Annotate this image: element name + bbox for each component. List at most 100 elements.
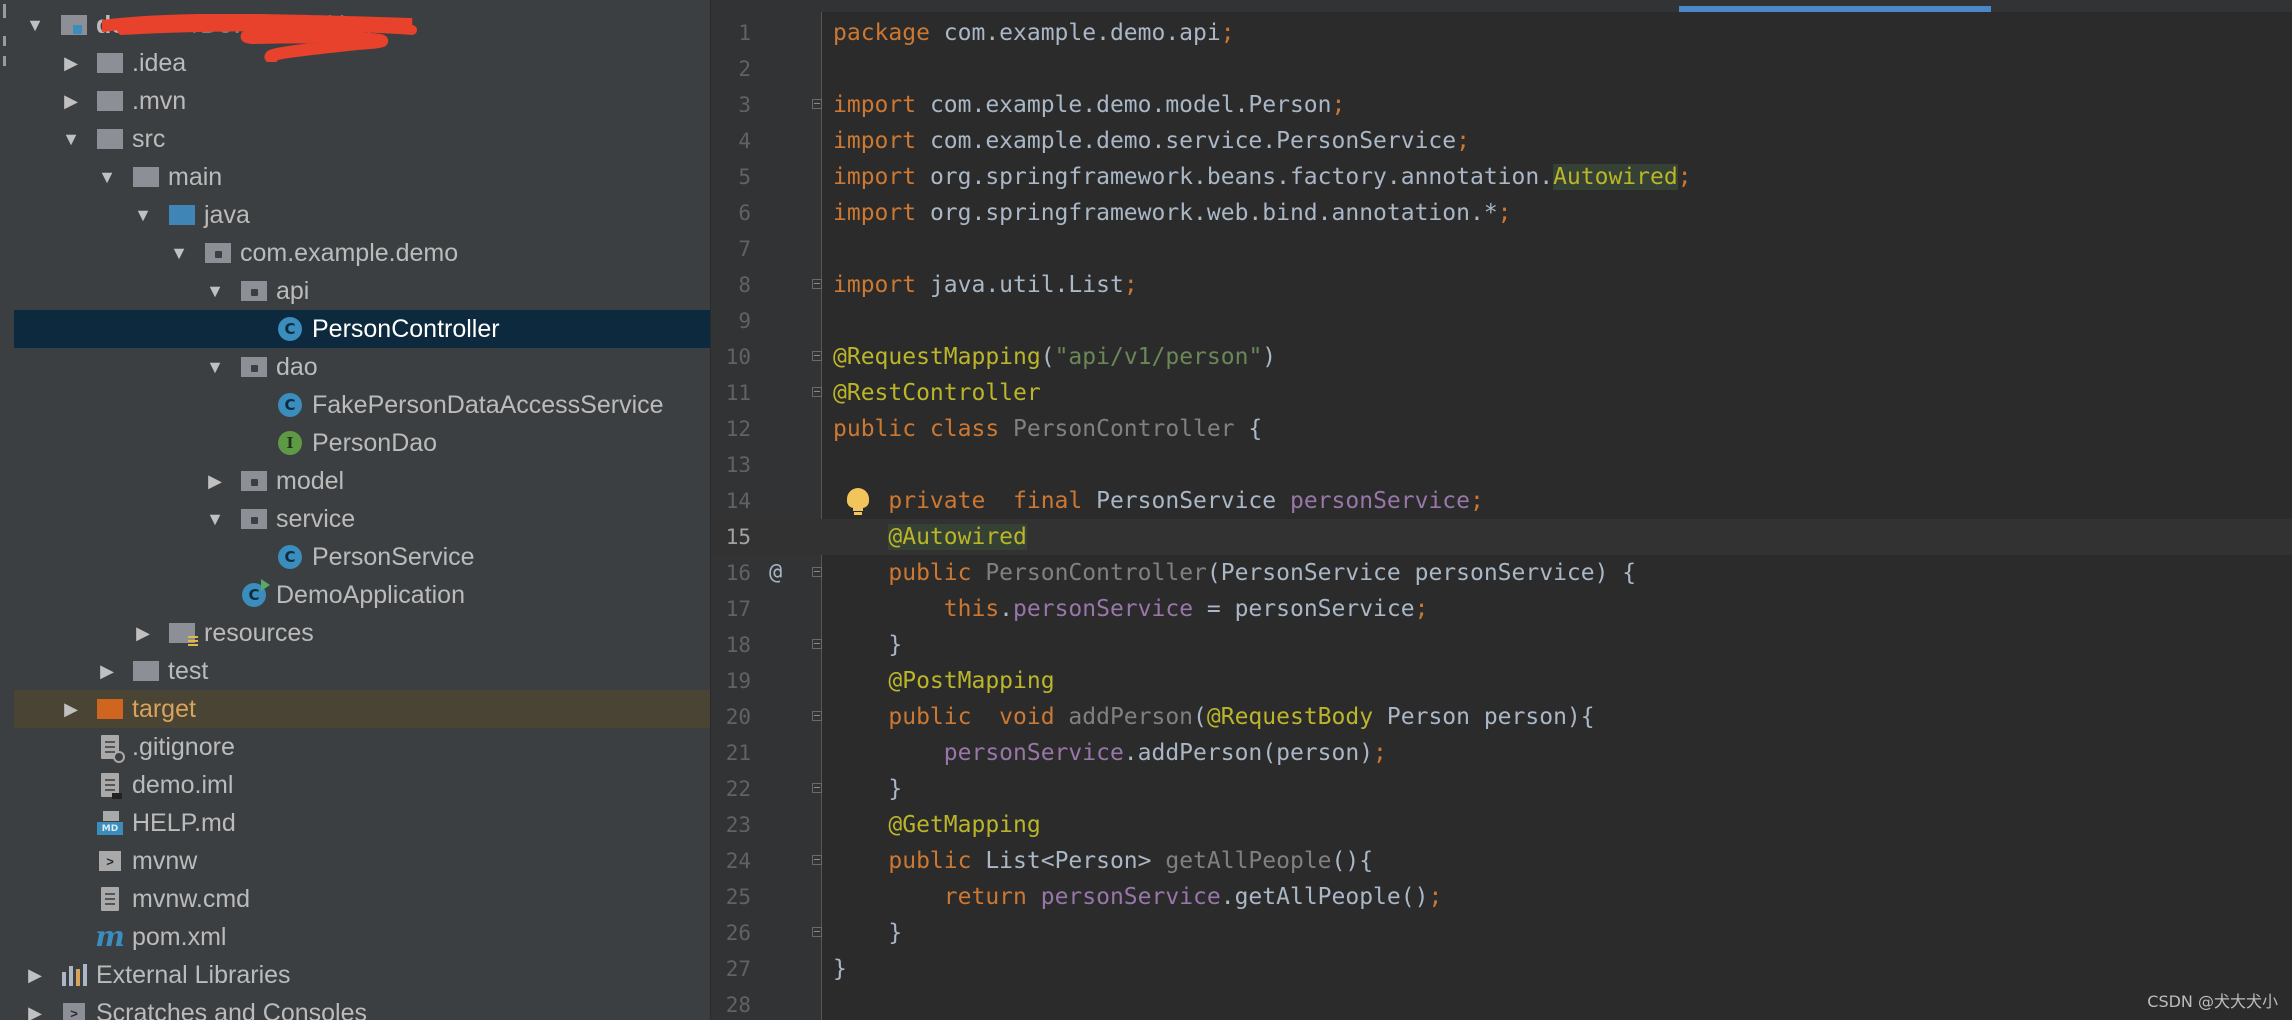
code-line[interactable]: 10 @RequestMapping("api/v1/person") xyxy=(711,339,2292,375)
expand-arrow-right-icon[interactable]: ▶ xyxy=(24,964,46,986)
line-number[interactable]: 2 xyxy=(711,51,751,87)
code-line[interactable]: 17 this.personService = personService; xyxy=(711,591,2292,627)
expand-arrow-down-icon[interactable]: ▼ xyxy=(24,14,46,36)
line-number[interactable]: 15 xyxy=(711,519,751,555)
tree-item-java[interactable]: ▼ java xyxy=(14,196,710,234)
tree-item-gitignore[interactable]: .gitignore xyxy=(14,728,710,766)
code-line[interactable]: 18 } xyxy=(711,627,2292,663)
fold-marker-icon[interactable] xyxy=(812,927,822,937)
code-line[interactable]: 22 } xyxy=(711,771,2292,807)
expand-arrow-right-icon[interactable]: ▶ xyxy=(96,660,118,682)
line-number[interactable]: 28 xyxy=(711,987,751,1020)
tree-item-demo[interactable]: ▼ demo ~/Downloads/demo xyxy=(14,6,710,44)
code-line[interactable]: 19 @PostMapping xyxy=(711,663,2292,699)
code-line[interactable]: 16 @ public PersonController(PersonServic… xyxy=(711,555,2292,591)
tree-item-resources[interactable]: ▶ resources xyxy=(14,614,710,652)
tree-item-test[interactable]: ▶ test xyxy=(14,652,710,690)
line-number[interactable]: 16 xyxy=(711,555,751,591)
line-number[interactable]: 26 xyxy=(711,915,751,951)
code-line[interactable]: 14 private final PersonService personSer… xyxy=(711,483,2292,519)
tree-item-fakepersondataaccessservice[interactable]: C FakePersonDataAccessService xyxy=(14,386,710,424)
expand-arrow-right-icon[interactable]: ▶ xyxy=(132,622,154,644)
tree-item-mvnw[interactable]: > mvnw xyxy=(14,842,710,880)
tree-item-scratches-and-consoles[interactable]: ▶ > Scratches and Consoles xyxy=(14,994,710,1020)
line-number[interactable]: 21 xyxy=(711,735,751,771)
code-line[interactable]: 21 personService.addPerson(person); xyxy=(711,735,2292,771)
line-number[interactable]: 12 xyxy=(711,411,751,447)
code-line[interactable]: 11 @RestController xyxy=(711,375,2292,411)
expand-arrow-right-icon[interactable]: ▶ xyxy=(204,470,226,492)
code-line[interactable]: 28 xyxy=(711,987,2292,1020)
fold-marker-icon[interactable] xyxy=(812,783,822,793)
line-number[interactable]: 27 xyxy=(711,951,751,987)
line-number[interactable]: 22 xyxy=(711,771,751,807)
fold-marker-icon[interactable] xyxy=(812,567,822,577)
line-number[interactable]: 13 xyxy=(711,447,751,483)
tree-item-src[interactable]: ▼ src xyxy=(14,120,710,158)
line-number[interactable]: 3 xyxy=(711,87,751,123)
expand-arrow-down-icon[interactable]: ▼ xyxy=(132,204,154,226)
tree-item-external-libraries[interactable]: ▶ External Libraries xyxy=(14,956,710,994)
code-line[interactable]: 27} xyxy=(711,951,2292,987)
tree-item-target[interactable]: ▶ target xyxy=(14,690,710,728)
tree-item-persondao[interactable]: I PersonDao xyxy=(14,424,710,462)
expand-arrow-right-icon[interactable]: ▶ xyxy=(24,1002,46,1020)
tree-item-personcontroller[interactable]: C PersonController xyxy=(14,310,710,348)
code-line[interactable]: 4 import com.example.demo.service.PersonS… xyxy=(711,123,2292,159)
line-number[interactable]: 11 xyxy=(711,375,751,411)
line-number[interactable]: 8 xyxy=(711,267,751,303)
tree-item-demo-iml[interactable]: demo.iml xyxy=(14,766,710,804)
fold-marker-icon[interactable] xyxy=(812,99,822,109)
code-line[interactable]: 20 public void addPerson(@RequestBody Pe… xyxy=(711,699,2292,735)
line-number[interactable]: 7 xyxy=(711,231,751,267)
expand-arrow-down-icon[interactable]: ▼ xyxy=(96,166,118,188)
code-editor[interactable]: 1 package com.example.demo.api; 2 3 import c… xyxy=(711,0,2292,1020)
line-number[interactable]: 19 xyxy=(711,663,751,699)
code-line[interactable]: 13 xyxy=(711,447,2292,483)
tree-item-main[interactable]: ▼ main xyxy=(14,158,710,196)
expand-arrow-down-icon[interactable]: ▼ xyxy=(204,280,226,302)
code-line[interactable]: 3 import com.example.demo.model.Person; xyxy=(711,87,2292,123)
fold-marker-icon[interactable] xyxy=(812,855,822,865)
expand-arrow-right-icon[interactable]: ▶ xyxy=(60,698,82,720)
fold-marker-icon[interactable] xyxy=(812,639,822,649)
code-line[interactable]: 8 import java.util.List; xyxy=(711,267,2292,303)
code-line[interactable]: 2 xyxy=(711,51,2292,87)
line-number[interactable]: 25 xyxy=(711,879,751,915)
tree-item-demoapplication[interactable]: C DemoApplication xyxy=(14,576,710,614)
code-line[interactable]: 12 public class PersonController { xyxy=(711,411,2292,447)
tool-window-strip[interactable] xyxy=(0,0,15,1020)
line-number[interactable]: 20 xyxy=(711,699,751,735)
expand-arrow-right-icon[interactable]: ▶ xyxy=(60,90,82,112)
fold-marker-icon[interactable] xyxy=(812,711,822,721)
tree-item-personservice[interactable]: C PersonService xyxy=(14,538,710,576)
code-line[interactable]: 1 package com.example.demo.api; xyxy=(711,15,2292,51)
line-number[interactable]: 5 xyxy=(711,159,751,195)
horizontal-scroll-thumb[interactable] xyxy=(1679,6,1991,12)
tree-item-com-example-demo[interactable]: ▼ com.example.demo xyxy=(14,234,710,272)
line-number[interactable]: 6 xyxy=(711,195,751,231)
code-line[interactable]: 23 @GetMapping xyxy=(711,807,2292,843)
expand-arrow-down-icon[interactable]: ▼ xyxy=(204,356,226,378)
line-number[interactable]: 1 xyxy=(711,15,751,51)
expand-arrow-down-icon[interactable]: ▼ xyxy=(60,128,82,150)
code-line[interactable]: 6 import org.springframework.web.bind.ann… xyxy=(711,195,2292,231)
code-line[interactable]: 15 @Autowired xyxy=(711,519,2292,555)
code-line[interactable]: 7 xyxy=(711,231,2292,267)
expand-arrow-down-icon[interactable]: ▼ xyxy=(168,242,190,264)
tree-item-service[interactable]: ▼ service xyxy=(14,500,710,538)
line-number[interactable]: 24 xyxy=(711,843,751,879)
code-line[interactable]: 9 xyxy=(711,303,2292,339)
tree-item-mvn[interactable]: ▶ .mvn xyxy=(14,82,710,120)
code-line[interactable]: 26 } xyxy=(711,915,2292,951)
tree-item-model[interactable]: ▶ model xyxy=(14,462,710,500)
fold-marker-icon[interactable] xyxy=(812,351,822,361)
tree-item-dao[interactable]: ▼ dao xyxy=(14,348,710,386)
line-number[interactable]: 9 xyxy=(711,303,751,339)
tree-item-idea[interactable]: ▶ .idea xyxy=(14,44,710,82)
line-number[interactable]: 23 xyxy=(711,807,751,843)
line-number[interactable]: 10 xyxy=(711,339,751,375)
code-line[interactable]: 5 import org.springframework.beans.factor… xyxy=(711,159,2292,195)
line-number[interactable]: 14 xyxy=(711,483,751,519)
tree-item-mvnw-cmd[interactable]: mvnw.cmd xyxy=(14,880,710,918)
